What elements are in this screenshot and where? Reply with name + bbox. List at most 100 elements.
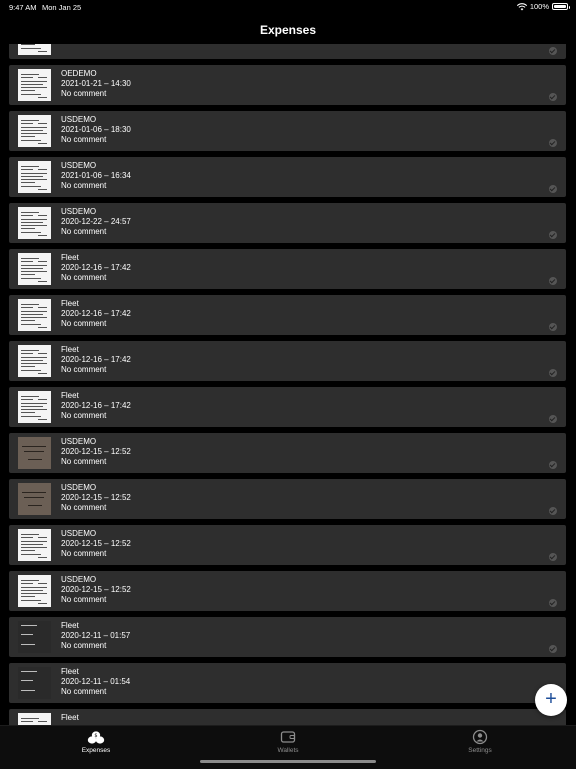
expense-comment: No comment [61,503,107,512]
navigation-bar: Expenses [0,16,576,44]
synced-check-icon [549,93,557,101]
receipt-thumbnail [18,483,51,515]
expense-text: Fleet 2020-12-16 – 17:42 No comment [61,345,131,375]
home-indicator [200,760,376,763]
svg-text:$: $ [94,733,97,739]
expense-text: USDEMO 2021-01-06 – 16:34 No comment [61,161,131,191]
receipt-thumbnail [18,345,51,377]
tab-wallets[interactable]: Wallets [228,729,348,754]
expense-datetime: 2020-12-11 – 01:57 [61,631,131,640]
expense-row[interactable]: USDEMO 2020-12-15 – 12:52 No comment [9,433,566,473]
expense-list[interactable]: 2021-01-22 – 17:39No commentOEDEMO2021-0… [0,44,576,725]
expense-row[interactable]: OEDEMO 2021-01-21 – 14:30 No comment [9,65,566,105]
expense-name: Fleet [61,621,79,630]
synced-check-icon [549,323,557,331]
tab-settings-label: Settings [468,747,492,754]
expense-row[interactable]: USDEMO 2020-12-15 – 12:52 No comment [9,479,566,519]
add-expense-button[interactable]: + [535,684,567,716]
expense-name: Fleet [61,667,79,676]
expense-text: USDEMO 2020-12-15 – 12:52 No comment [61,483,131,513]
expense-row[interactable]: 2021-01-22 – 17:39No comment [9,44,566,59]
expense-text: Fleet [61,713,79,723]
coins-icon: $ [87,731,105,744]
expense-text: Fleet 2020-12-16 – 17:42 No comment [61,299,131,329]
expense-datetime: 2020-12-11 – 01:54 [61,677,131,686]
expense-name: USDEMO [61,437,97,446]
synced-check-icon [549,645,557,653]
expense-name: USDEMO [61,115,97,124]
expense-text: USDEMO 2020-12-22 – 24:57 No comment [61,207,131,237]
tab-settings[interactable]: Settings [420,729,540,754]
expense-text: OEDEMO 2021-01-21 – 14:30 No comment [61,69,131,99]
receipt-thumbnail [18,575,51,607]
expense-row[interactable]: Fleet 2020-12-16 – 17:42 No comment [9,295,566,335]
synced-check-icon [549,277,557,285]
tab-expenses-label: Expenses [81,747,111,754]
expense-name: USDEMO [61,161,97,170]
expense-datetime: 2020-12-16 – 17:42 [61,355,131,364]
expense-row[interactable]: Fleet 2020-12-11 – 01:54 No comment [9,663,566,703]
expense-text: USDEMO 2021-01-06 – 18:30 No comment [61,115,131,145]
expense-row[interactable]: Fleet 2020-12-11 – 01:57 No comment [9,617,566,657]
tab-expenses[interactable]: $ Expenses [36,729,156,754]
battery-icon [552,3,570,10]
expense-comment: No comment [61,411,107,420]
expense-row[interactable]: USDEMO 2020-12-15 – 12:52 No comment [9,571,566,611]
expense-datetime: 2021-01-21 – 14:30 [61,79,131,88]
expense-comment: No comment [61,549,107,558]
expense-text: Fleet 2020-12-16 – 17:42 No comment [61,391,131,421]
expense-comment: No comment [61,135,107,144]
expense-row[interactable]: Fleet 2020-12-16 – 17:42 No comment [9,249,566,289]
expense-name: USDEMO [61,529,97,538]
expense-datetime: 2020-12-15 – 12:52 [61,585,131,594]
expense-row[interactable]: Fleet 2020-12-16 – 17:42 No comment [9,341,566,381]
expense-text: USDEMO 2020-12-15 – 12:52 No comment [61,437,131,467]
expense-datetime: 2020-12-22 – 24:57 [61,217,131,226]
page-title: Expenses [259,23,317,37]
expense-datetime: 2021-01-06 – 18:30 [61,125,131,134]
status-right: 100% [516,2,570,11]
expense-text: Fleet 2020-12-16 – 17:42 No comment [61,253,131,283]
expense-name: USDEMO [61,575,97,584]
receipt-thumbnail [18,667,51,699]
expense-row[interactable]: Fleet 2020-12-16 – 17:42 No comment [9,387,566,427]
battery-percent: 100% [529,2,549,11]
expense-name: USDEMO [61,207,97,216]
synced-check-icon [549,461,557,469]
receipt-thumbnail [18,621,51,653]
expense-text: USDEMO 2020-12-15 – 12:52 No comment [61,575,131,605]
expense-datetime: 2020-12-15 – 12:52 [61,493,131,502]
settings-icon [472,729,488,745]
expense-comment: No comment [61,687,107,696]
expense-row[interactable]: Fleet [9,709,566,725]
receipt-thumbnail [18,299,51,331]
expense-name: Fleet [61,299,79,308]
expense-name: OEDEMO [61,69,97,78]
expense-comment: No comment [61,641,107,650]
expense-datetime: 2020-12-16 – 17:42 [61,263,131,272]
expense-datetime: 2020-12-16 – 17:42 [61,309,131,318]
expense-row[interactable]: USDEMO 2020-12-22 – 24:57 No comment [9,203,566,243]
expense-datetime: 2020-12-15 – 12:52 [61,539,131,548]
synced-check-icon [549,369,557,377]
receipt-thumbnail [18,391,51,423]
synced-check-icon [549,553,557,561]
expense-comment: No comment [61,365,107,374]
expense-row[interactable]: USDEMO 2021-01-06 – 16:34 No comment [9,157,566,197]
receipt-thumbnail [18,115,51,147]
expense-name: Fleet [61,713,79,722]
tab-wallets-label: Wallets [277,747,299,754]
receipt-thumbnail [18,161,51,193]
synced-check-icon [549,185,557,193]
receipt-thumbnail [18,44,51,55]
expense-comment: No comment [61,89,107,98]
receipt-thumbnail [18,69,51,101]
expense-text: USDEMO 2020-12-15 – 12:52 No comment [61,529,131,559]
status-date: Mon Jan 25 [42,3,82,12]
expense-row[interactable]: USDEMO 2020-12-15 – 12:52 No comment [9,525,566,565]
expense-text: Fleet 2020-12-11 – 01:54 No comment [61,667,130,697]
expense-name: Fleet [61,391,79,400]
expense-row[interactable]: USDEMO 2021-01-06 – 18:30 No comment [9,111,566,151]
receipt-thumbnail [18,529,51,561]
expense-comment: No comment [61,319,107,328]
